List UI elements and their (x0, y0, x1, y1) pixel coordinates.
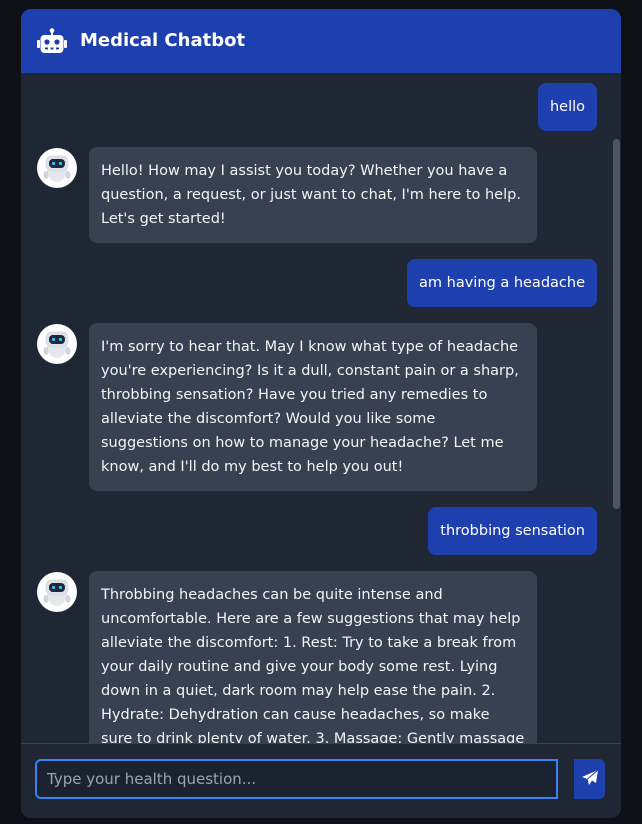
chat-window: Medical Chatbot hello Hello! How may I a… (21, 9, 621, 818)
bot-avatar (37, 324, 77, 364)
bot-message: Hello! How may I assist you today? Wheth… (89, 147, 537, 243)
question-input[interactable] (35, 759, 558, 799)
bot-message: I'm sorry to hear that. May I know what … (89, 323, 537, 491)
bot-avatar (37, 148, 77, 188)
input-area (21, 743, 621, 818)
scrollbar[interactable] (612, 73, 621, 743)
user-message: am having a headache (407, 259, 597, 307)
bot-message: Throbbing headaches can be quite intense… (89, 571, 537, 743)
user-message: hello (537, 83, 597, 131)
chat-header: Medical Chatbot (21, 9, 621, 73)
robot-icon (37, 28, 67, 54)
user-message: throbbing sensation (428, 507, 597, 555)
bot-avatar (37, 572, 77, 612)
message-list[interactable]: hello Hello! How may I assist you today?… (21, 73, 621, 743)
page-title: Medical Chatbot (80, 30, 246, 51)
send-button[interactable] (574, 759, 605, 799)
paper-plane-icon (581, 769, 599, 790)
scrollbar-thumb[interactable] (613, 139, 620, 509)
